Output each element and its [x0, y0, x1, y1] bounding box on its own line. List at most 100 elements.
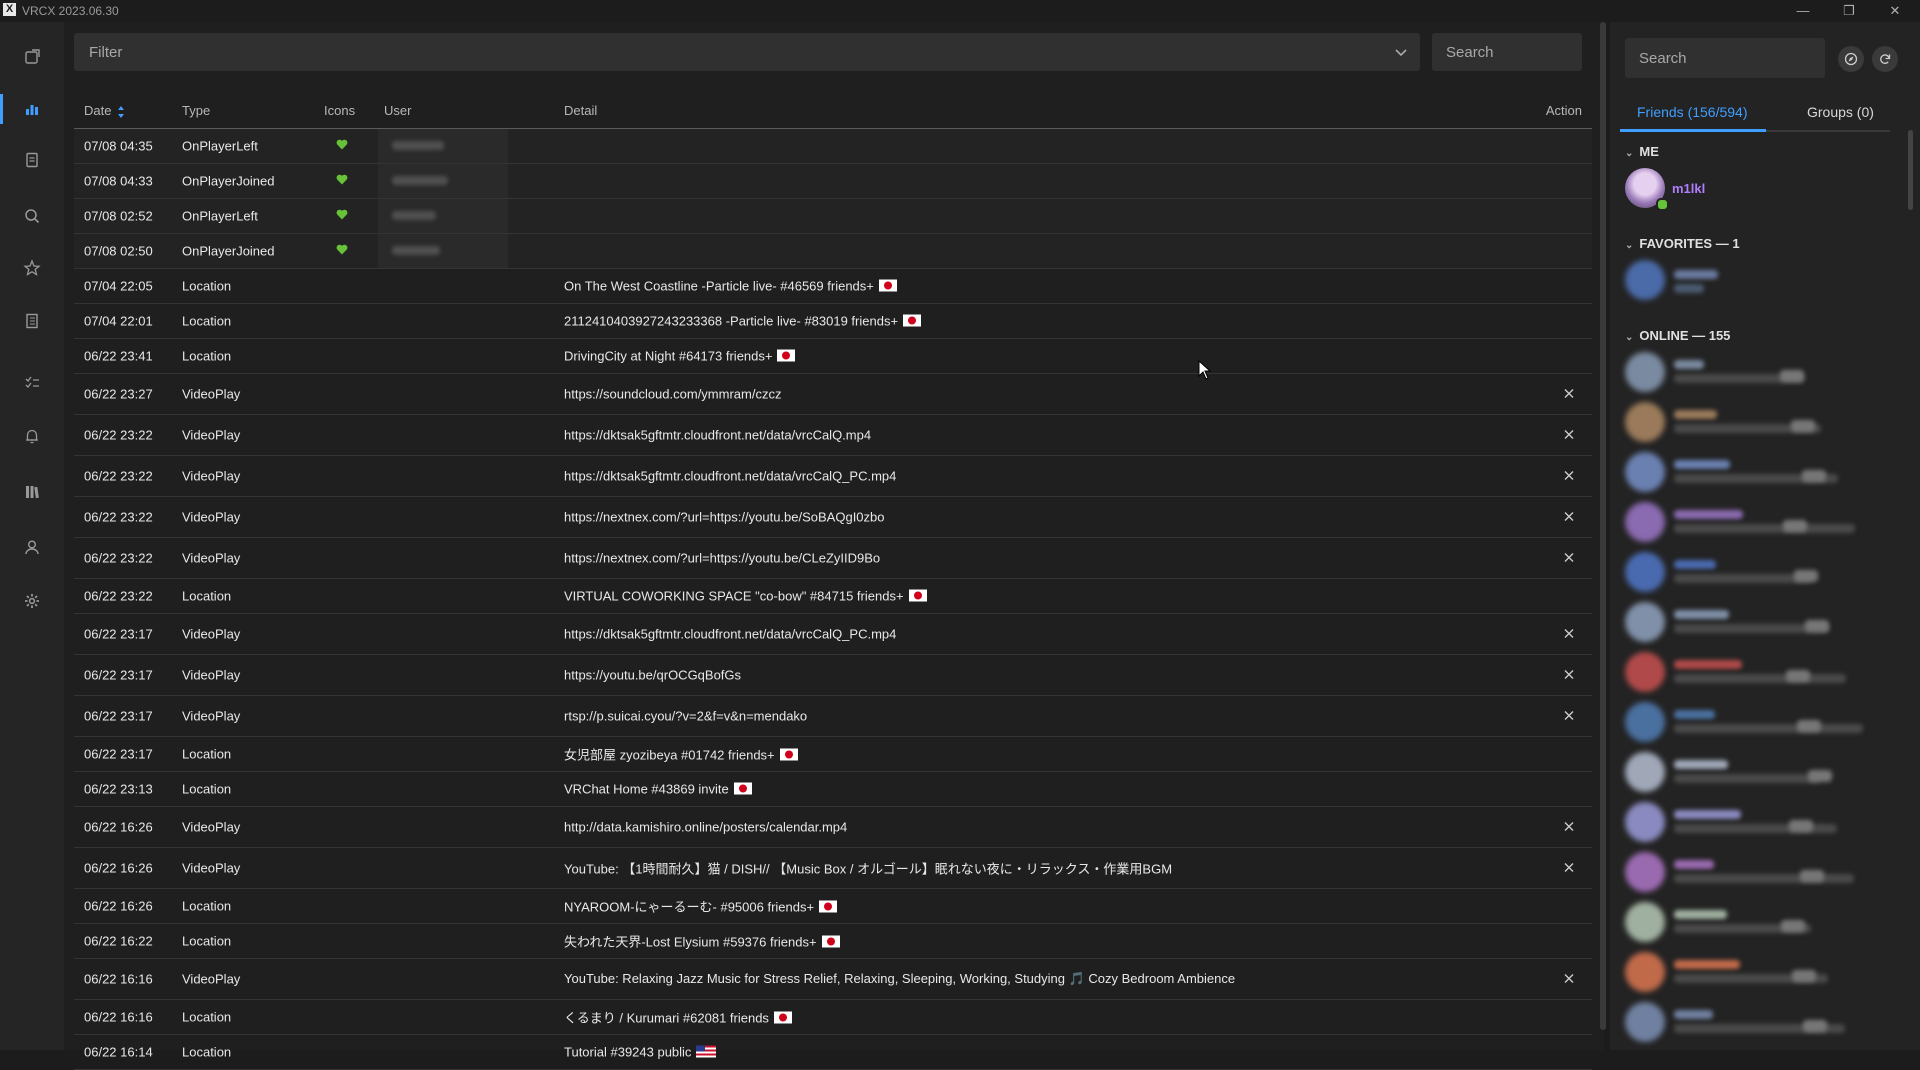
avatar[interactable]: [1625, 652, 1665, 692]
group-header-favorites[interactable]: ⌄ FAVORITES — 1: [1625, 236, 1740, 251]
detail-text[interactable]: VIRTUAL COWORKING SPACE "co-bow" #84715 …: [564, 589, 904, 604]
table-row[interactable]: 06/22 23:17 Location 女児部屋 zyozibeya #01742…: [74, 737, 1592, 772]
friend-name[interactable]: [1674, 560, 1716, 569]
detail-text[interactable]: https://soundcloud.com/ymmram/czcz: [564, 387, 781, 402]
table-row[interactable]: 06/22 16:22 Location 失われた天界-Lost Elysium #…: [74, 924, 1592, 959]
table-row[interactable]: 07/08 02:52 OnPlayerLeft: [74, 199, 1592, 234]
table-row[interactable]: 06/22 23:22 Location VIRTUAL COWORKING SPA…: [74, 579, 1592, 614]
avatar[interactable]: [1625, 852, 1665, 892]
detail-text[interactable]: On The West Coastline -Particle live- #4…: [564, 279, 874, 294]
delete-button[interactable]: [1564, 510, 1574, 525]
avatar[interactable]: [1625, 702, 1665, 742]
avatar[interactable]: [1625, 902, 1665, 942]
table-row[interactable]: 06/22 16:16 VideoPlay YouTube: Relaxing Ja…: [74, 959, 1592, 1000]
nav-moderation[interactable]: [0, 357, 64, 407]
nav-playerlist[interactable]: [0, 135, 64, 185]
detail-text[interactable]: NYAROOM-にゃーるーむ- #95006 friends+: [564, 900, 814, 915]
table-row[interactable]: 06/22 16:16 Location くるまり / Kurumari #6208…: [74, 1000, 1592, 1035]
avatar[interactable]: [1625, 260, 1665, 300]
cell-detail[interactable]: VRChat Home #43869 invite: [564, 782, 752, 797]
table-row[interactable]: 06/22 23:17 VideoPlay https://dktsak5gftmt…: [74, 614, 1592, 655]
detail-text[interactable]: https://dktsak5gftmtr.cloudfront.net/dat…: [564, 627, 896, 642]
table-row[interactable]: 06/22 16:26 VideoPlay http://data.kamishir…: [74, 807, 1592, 848]
cell-user[interactable]: [378, 199, 508, 233]
detail-text[interactable]: VRChat Home #43869 invite: [564, 782, 729, 797]
friend-name[interactable]: [1674, 960, 1740, 969]
delete-button[interactable]: [1564, 668, 1574, 683]
nav-search[interactable]: [0, 191, 64, 241]
cell-detail[interactable]: https://soundcloud.com/ymmram/czcz: [564, 387, 781, 402]
nav-social[interactable]: [0, 296, 64, 346]
me-username[interactable]: m1lkl: [1672, 181, 1705, 196]
detail-text[interactable]: https://nextnex.com/?url=https://youtu.b…: [564, 510, 885, 525]
friend-name[interactable]: [1674, 710, 1715, 719]
group-header-online[interactable]: ⌄ ONLINE — 155: [1625, 328, 1730, 343]
friend-name[interactable]: [1674, 460, 1730, 469]
detail-text[interactable]: https://dktsak5gftmtr.cloudfront.net/dat…: [564, 469, 896, 484]
friend-name[interactable]: [1674, 810, 1741, 819]
delete-button[interactable]: [1564, 972, 1574, 987]
table-row[interactable]: 07/08 04:35 OnPlayerLeft: [74, 129, 1592, 164]
table-row[interactable]: 06/22 23:17 VideoPlay https://youtu.be/qrO…: [74, 655, 1592, 696]
table-row[interactable]: 06/22 23:22 VideoPlay https://nextnex.com/…: [74, 497, 1592, 538]
nav-feed[interactable]: [0, 32, 64, 82]
cell-user[interactable]: [378, 164, 508, 198]
friend-name[interactable]: [1674, 760, 1728, 769]
table-row[interactable]: 06/22 23:13 Location VRChat Home #43869 in…: [74, 772, 1592, 807]
table-row[interactable]: 07/08 04:33 OnPlayerJoined: [74, 164, 1592, 199]
cell-detail[interactable]: https://nextnex.com/?url=https://youtu.b…: [564, 551, 880, 566]
detail-text[interactable]: くるまり / Kurumari #62081 friends: [564, 1011, 769, 1026]
table-row[interactable]: 06/22 16:26 VideoPlay YouTube: 【1時間耐久】猫 / …: [74, 848, 1592, 889]
cell-detail[interactable]: https://dktsak5gftmtr.cloudfront.net/dat…: [564, 627, 896, 642]
friend-name[interactable]: [1674, 1010, 1713, 1019]
cell-detail[interactable]: 女児部屋 zyozibeya #01742 friends+: [564, 745, 798, 764]
detail-text[interactable]: 女児部屋 zyozibeya #01742 friends+: [564, 748, 775, 763]
detail-text[interactable]: 失われた天界-Lost Elysium #59376 friends+: [564, 935, 817, 950]
avatar[interactable]: [1625, 752, 1665, 792]
nav-favorites[interactable]: [0, 243, 64, 293]
cell-detail[interactable]: https://nextnex.com/?url=https://youtu.b…: [564, 510, 885, 525]
friend-name[interactable]: [1674, 860, 1714, 869]
table-scrollbar[interactable]: [1600, 22, 1606, 1030]
group-header-me[interactable]: ⌄ ME: [1625, 144, 1659, 159]
table-row[interactable]: 07/04 22:05 Location On The West Coastline…: [74, 269, 1592, 304]
detail-text[interactable]: https://youtu.be/qrOCGqBofGs: [564, 668, 741, 683]
cell-detail[interactable]: DrivingCity at Night #64173 friends+: [564, 349, 796, 364]
tab-friends[interactable]: Friends (156/594): [1637, 104, 1748, 120]
cell-detail[interactable]: NYAROOM-にゃーるーむ- #95006 friends+: [564, 897, 838, 916]
table-row[interactable]: 06/22 23:22 VideoPlay https://nextnex.com/…: [74, 538, 1592, 579]
detail-text[interactable]: 2112410403927243233368 -Particle live- #…: [564, 314, 898, 329]
delete-button[interactable]: [1564, 387, 1574, 402]
detail-text[interactable]: YouTube: 【1時間耐久】猫 / DISH// 【Music Box / …: [564, 862, 1172, 877]
refresh-button[interactable]: [1872, 46, 1898, 72]
detail-text[interactable]: https://dktsak5gftmtr.cloudfront.net/dat…: [564, 428, 871, 443]
search-input[interactable]: [1432, 33, 1582, 71]
table-row[interactable]: 06/22 23:27 VideoPlay https://soundcloud.c…: [74, 374, 1592, 415]
table-row[interactable]: 06/22 23:17 VideoPlay rtsp://p.suicai.cyou…: [74, 696, 1592, 737]
table-row[interactable]: 06/22 16:26 Location NYAROOM-にゃーるーむ- #9500…: [74, 889, 1592, 924]
cell-detail[interactable]: 失われた天界-Lost Elysium #59376 friends+: [564, 932, 840, 951]
close-window-button[interactable]: ✕: [1872, 0, 1918, 22]
cell-detail[interactable]: 2112410403927243233368 -Particle live- #…: [564, 314, 922, 329]
cell-detail[interactable]: http://data.kamishiro.online/posters/cal…: [564, 820, 847, 835]
friend-name[interactable]: [1674, 610, 1729, 619]
friend-search-input[interactable]: [1625, 38, 1825, 78]
cell-detail[interactable]: https://dktsak5gftmtr.cloudfront.net/dat…: [564, 469, 896, 484]
table-row[interactable]: 06/22 23:22 VideoPlay https://dktsak5gftmt…: [74, 456, 1592, 497]
delete-button[interactable]: [1564, 709, 1574, 724]
table-row[interactable]: 06/22 23:41 Location DrivingCity at Night …: [74, 339, 1592, 374]
detail-text[interactable]: rtsp://p.suicai.cyou/?v=2&f=v&n=mendako: [564, 709, 807, 724]
cell-detail[interactable]: YouTube: Relaxing Jazz Music for Stress …: [564, 971, 1235, 987]
cell-detail[interactable]: Tutorial #39243 public: [564, 1045, 717, 1060]
cell-detail[interactable]: くるまり / Kurumari #62081 friends: [564, 1008, 792, 1027]
nav-notifications[interactable]: [0, 411, 64, 461]
cell-detail[interactable]: YouTube: 【1時間耐久】猫 / DISH// 【Music Box / …: [564, 859, 1172, 878]
detail-text[interactable]: DrivingCity at Night #64173 friends+: [564, 349, 772, 364]
column-header-date[interactable]: Date: [84, 103, 125, 119]
cell-detail[interactable]: https://youtu.be/qrOCGqBofGs: [564, 668, 741, 683]
avatar[interactable]: [1625, 452, 1665, 492]
cell-user[interactable]: [378, 129, 508, 163]
avatar[interactable]: [1625, 1002, 1665, 1042]
nav-library[interactable]: [0, 467, 64, 517]
nav-settings[interactable]: [0, 576, 64, 626]
